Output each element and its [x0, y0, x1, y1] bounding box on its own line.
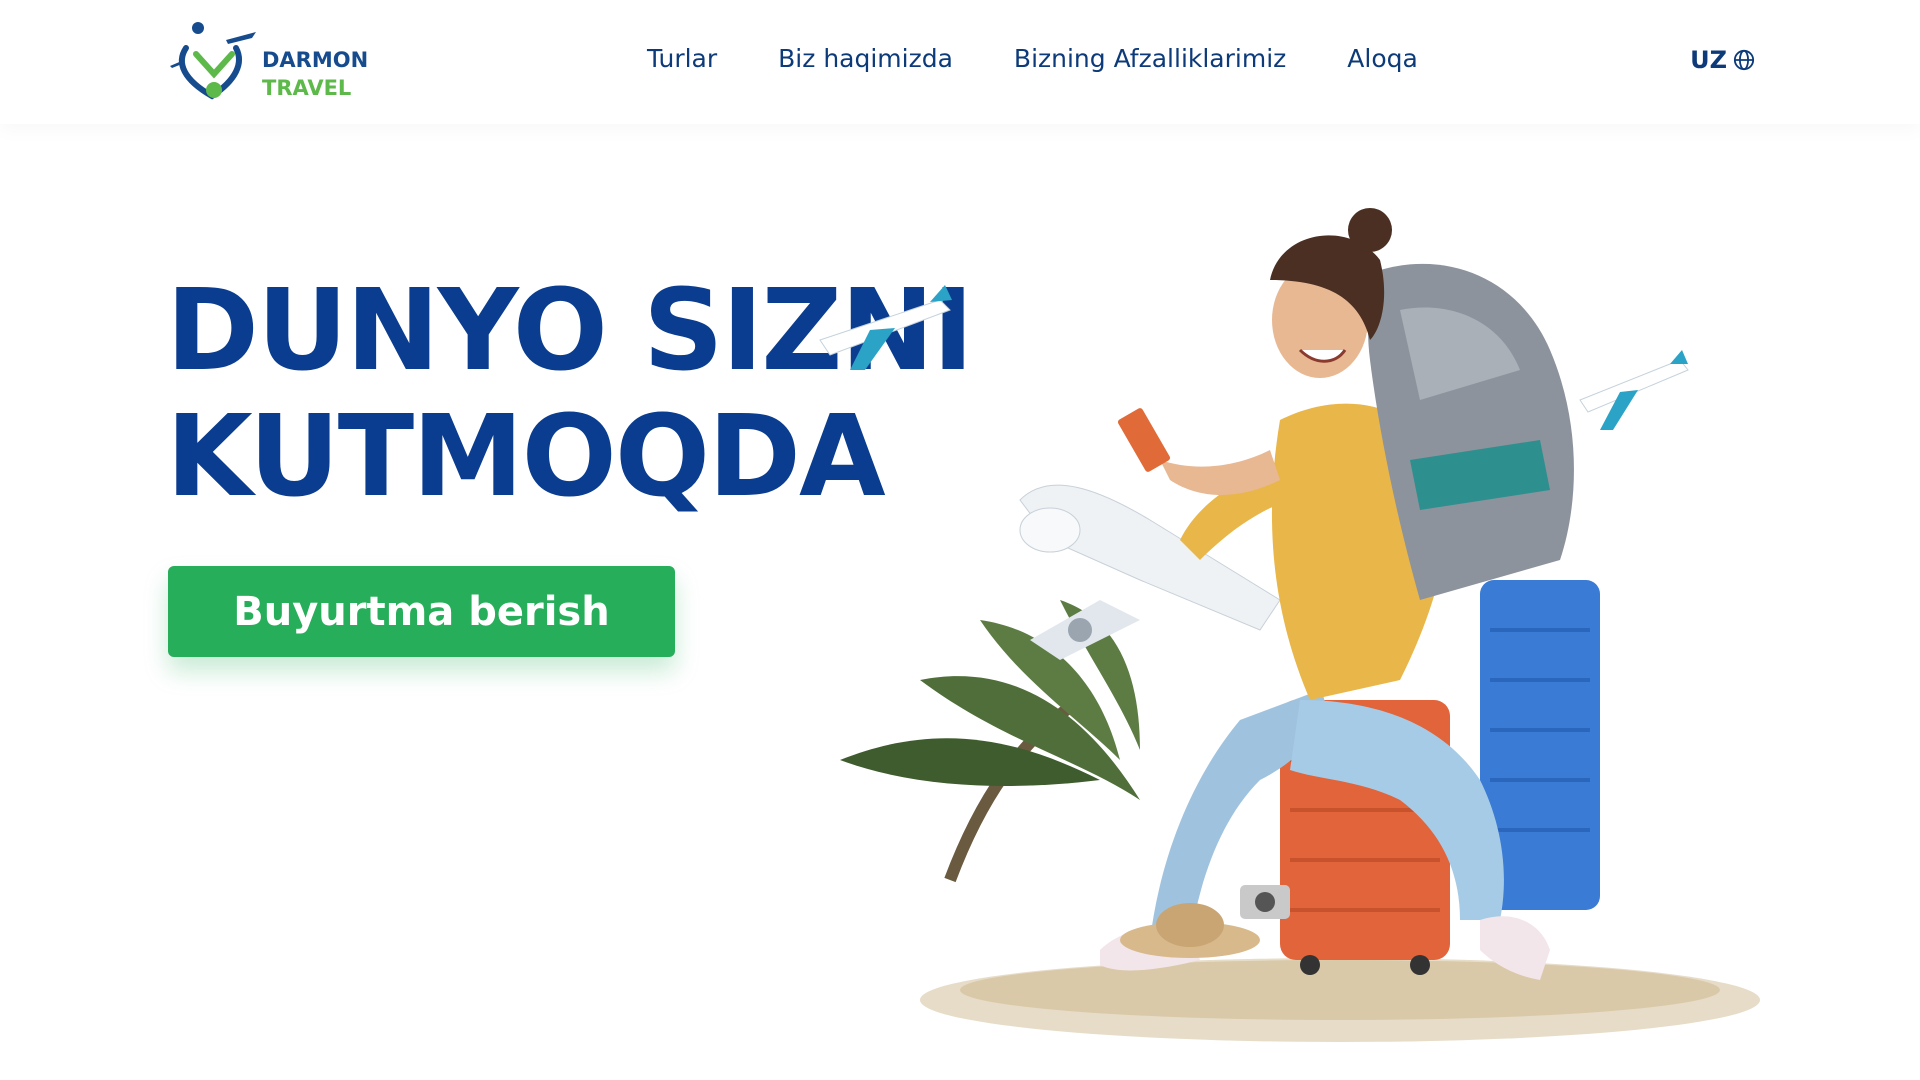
globe-icon [1733, 49, 1755, 71]
logo-text-darmon: DARMON [262, 48, 369, 72]
darmon-travel-logo-icon [170, 22, 256, 100]
language-switcher[interactable]: UZ [1690, 46, 1755, 74]
nav-item-turlar[interactable]: Turlar [647, 44, 717, 73]
traveler-illustration [819, 208, 1760, 1042]
nav-item-afzalliklar[interactable]: Bizning Afzalliklarimiz [1014, 44, 1286, 73]
order-button[interactable]: Buyurtma berish [168, 566, 675, 657]
main-nav: Turlar Biz haqimizda Bizning Afzalliklar… [647, 44, 1479, 73]
site-header: DARMON TRAVEL Turlar Biz haqimizda Bizni… [0, 0, 1920, 124]
nav-item-aloqa[interactable]: Aloqa [1347, 44, 1418, 73]
logo-text-travel: TRAVEL [262, 76, 352, 100]
logo[interactable]: DARMON TRAVEL [166, 18, 376, 106]
language-label: UZ [1690, 46, 1727, 74]
airplane-small-right [1579, 350, 1689, 430]
hero-illustration [720, 160, 1800, 1060]
airplane-small-left [819, 285, 952, 370]
nav-item-biz-haqimizda[interactable]: Biz haqimizda [778, 44, 953, 73]
